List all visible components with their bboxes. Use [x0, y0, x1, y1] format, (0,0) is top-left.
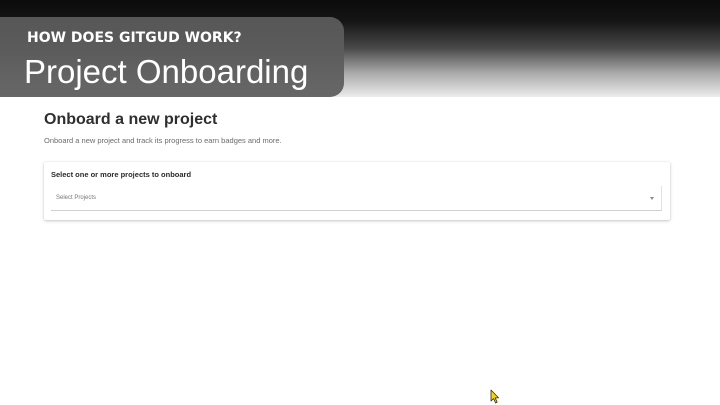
overlay-kicker: HOW DOES GITGUD WORK?: [27, 30, 242, 46]
page-title: Onboard a new project: [44, 111, 218, 128]
project-select-placeholder: Select Projects: [56, 195, 97, 201]
chevron-down-icon[interactable]: [650, 197, 654, 200]
project-select[interactable]: Select Projects: [51, 186, 662, 211]
project-select-label: Select one or more projects to onboard: [51, 170, 192, 179]
mouse-pointer-icon: [490, 389, 499, 404]
page-subtitle: Onboard a new project and track its prog…: [44, 136, 282, 145]
onboard-card: Select one or more projects to onboard S…: [44, 162, 670, 220]
overlay-title: Project Onboarding: [24, 53, 309, 90]
app-screen: HOW DOES GITGUD WORK? Project Onboarding…: [0, 0, 720, 405]
